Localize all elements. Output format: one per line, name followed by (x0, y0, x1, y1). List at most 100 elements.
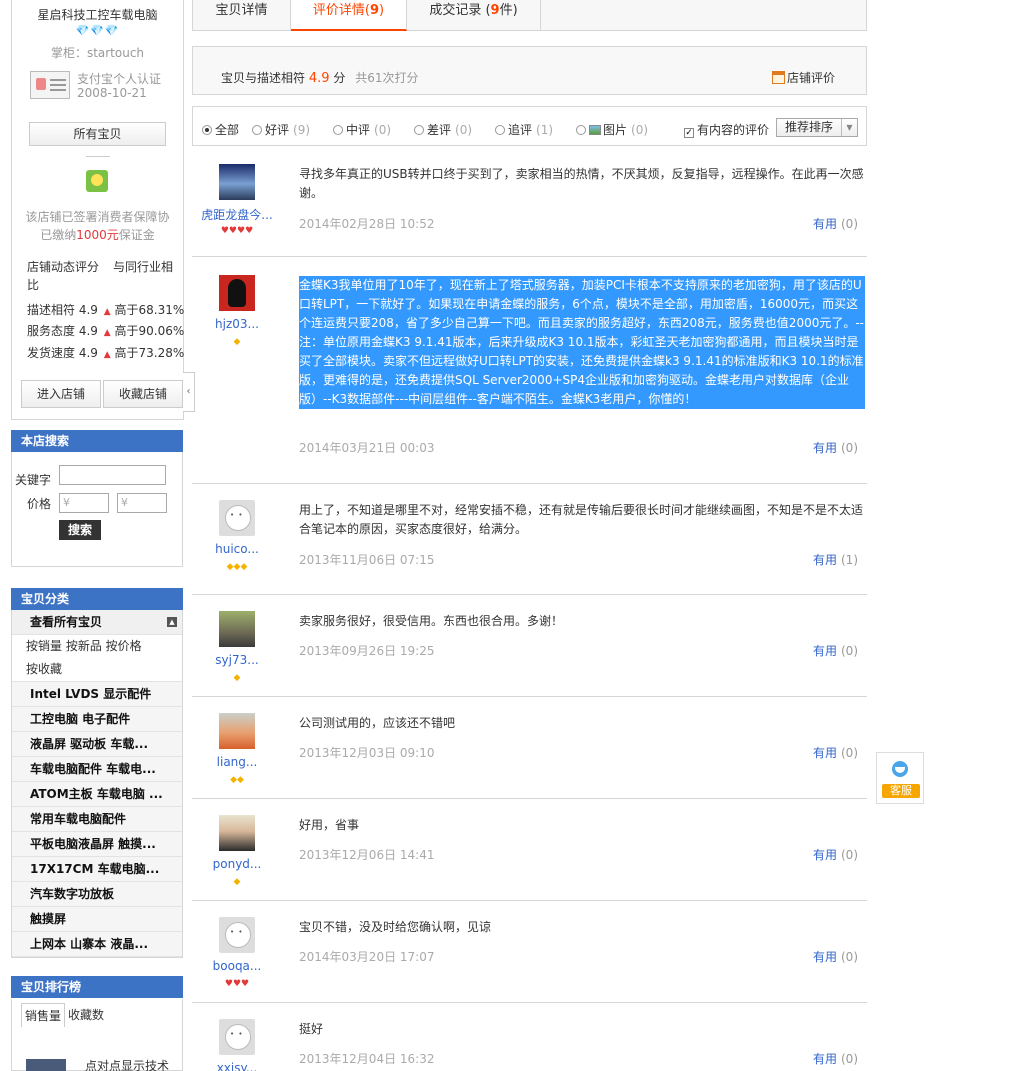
radio-icon[interactable] (202, 125, 212, 135)
dsr-label: 服务态度 (27, 324, 76, 338)
sort-select[interactable]: 推荐排序 ▼ (776, 118, 858, 137)
tab-reviews-count: 9 (369, 3, 380, 18)
search-button[interactable]: 搜索 (59, 520, 101, 540)
review-date: 2013年12月03日 09:10 (299, 746, 435, 760)
category-item[interactable]: Intel LVDS 显示配件 (12, 682, 182, 707)
review-date: 2014年03月20日 17:07 (299, 950, 435, 964)
price-min-input[interactable]: ¥ (59, 493, 109, 513)
useful-button[interactable]: 有用 (0) (813, 744, 858, 761)
user-avatar[interactable] (219, 713, 255, 749)
reviewer-name[interactable]: huico... (192, 542, 282, 556)
dsr-compare: 高于90.06% (114, 324, 185, 338)
buyer-rank-hearts-icon: ♥♥♥ (224, 979, 250, 989)
dsr-label: 发货速度 (27, 346, 76, 360)
filter-append[interactable]: 追评 (1) (495, 121, 553, 138)
summary-label: 宝贝与描述相符 (221, 71, 306, 85)
reviewer-name[interactable]: hjz03... (192, 317, 282, 331)
useful-label: 有用 (812, 746, 837, 760)
ranking-item-title[interactable]: 点对点显示技术 (85, 1057, 169, 1071)
seller-rank-icon: 💎💎💎 (75, 24, 120, 37)
review-date: 2013年09月26日 19:25 (299, 644, 435, 658)
summary-count: 共61次打分 (355, 71, 419, 85)
radio-icon[interactable] (333, 125, 343, 135)
tab-reviews[interactable]: 评价详情(9) (291, 0, 407, 31)
category-item[interactable]: 常用车载电脑配件 (12, 807, 182, 832)
category-item[interactable]: 液晶屏 驱动板 车载... (12, 732, 182, 757)
customer-service-label: 客服 (882, 784, 920, 798)
tab-item-detail[interactable]: 宝贝详情 (193, 0, 291, 30)
filter-label: 好评 (265, 123, 290, 137)
protect-line: 该店铺已签署消费者保障协 (25, 210, 170, 224)
enter-shop-button[interactable]: 进入店铺 (21, 380, 101, 408)
category-item[interactable]: 触摸屏 (12, 907, 182, 932)
default-avatar-icon[interactable] (219, 500, 255, 536)
reviewer-name[interactable]: 虎距龙盘今... (192, 206, 282, 223)
checkbox-checked-icon[interactable]: ✓ (684, 128, 694, 138)
useful-button[interactable]: 有用 (0) (813, 1050, 858, 1067)
up-arrow-icon: ▲ (103, 307, 111, 317)
reviewer-name[interactable]: booqa... (192, 959, 282, 973)
default-avatar-icon[interactable] (219, 1019, 255, 1055)
filter-all[interactable]: 全部 (202, 121, 239, 138)
review-text: 公司测试用的，应该还不错吧 (299, 716, 456, 730)
radio-icon[interactable] (252, 125, 262, 135)
reviewer-name[interactable]: ponyd... (192, 857, 282, 871)
tab-favorites[interactable]: 收藏数 (65, 1003, 107, 1027)
user-avatar[interactable] (219, 611, 255, 647)
default-avatar-icon[interactable] (219, 917, 255, 953)
category-item[interactable]: 汽车数字功放板 (12, 882, 182, 907)
shop-info-panel: 星启科技工控车载电脑 💎💎💎 掌柜：startouch 支付宝个人认证 2008… (11, 0, 195, 420)
filter-pictures[interactable]: 图片 (0) (576, 121, 648, 138)
view-all-items[interactable]: 查看所有宝贝 ▲ (12, 610, 182, 635)
reviewer-name[interactable]: syj73... (192, 653, 282, 667)
filter-neutral[interactable]: 中评 (0) (333, 121, 391, 138)
user-avatar[interactable] (219, 164, 255, 200)
useful-count: (0) (841, 950, 858, 964)
store-rating-link[interactable]: 店铺评价 (772, 69, 835, 86)
filter-bad[interactable]: 差评 (0) (414, 121, 472, 138)
user-avatar[interactable] (219, 275, 255, 311)
dsr-header-label: 店铺动态评分 (27, 260, 100, 274)
radio-icon[interactable] (414, 125, 424, 135)
radio-icon[interactable] (495, 125, 505, 135)
review-filter-bar: 全部 好评 (9) 中评 (0) 差评 (0) 追评 (1) 图片 (0) ✓ 有内容的评价… (192, 106, 867, 146)
dsr-compare: 高于68.31% (114, 303, 185, 317)
filter-has-content[interactable]: ✓ 有内容的评价 (684, 121, 769, 138)
shop-name[interactable]: 星启科技工控车载电脑 (12, 6, 183, 23)
useful-button[interactable]: 有用 (0) (813, 215, 858, 232)
ranking-item-thumbnail[interactable] (26, 1059, 66, 1071)
reviewer-name[interactable]: xxisy... (192, 1061, 282, 1071)
category-item[interactable]: ATOM主板 车载电脑 ... (12, 782, 182, 807)
review-item: xxisy... 挺好 2013年12月04日 16:32 有用 (0) (192, 1004, 867, 1071)
ranking-panel: 销售量 收藏数 点对点显示技术 (11, 999, 183, 1071)
useful-button[interactable]: 有用 (0) (813, 439, 858, 456)
category-item[interactable]: 平板电脑液晶屏 触摸... (12, 832, 182, 857)
all-items-button[interactable]: 所有宝贝 (29, 122, 166, 146)
collapse-icon[interactable]: ▲ (167, 617, 177, 627)
category-item[interactable]: 17X17CM 车载电脑... (12, 857, 182, 882)
filter-count: (0) (631, 123, 649, 137)
useful-button[interactable]: 有用 (0) (813, 948, 858, 965)
category-item[interactable]: 车载电脑配件 车载电... (12, 757, 182, 782)
keyword-input[interactable] (59, 465, 166, 485)
filter-label: 全部 (215, 123, 240, 137)
user-avatar[interactable] (219, 815, 255, 851)
radio-icon[interactable] (576, 125, 586, 135)
category-item[interactable]: 上网本 山寨本 液晶... (12, 932, 182, 957)
useful-button[interactable]: 有用 (0) (813, 846, 858, 863)
sort-links[interactable]: 按销量 按新品 按价格 (12, 635, 182, 658)
reviewer-name[interactable]: liang... (192, 755, 282, 769)
deposit-post: 保证金 (118, 228, 155, 242)
price-max-input[interactable]: ¥ (117, 493, 167, 513)
review-date: 2014年02月28日 10:52 (299, 217, 435, 231)
customer-service-widget[interactable]: 客服 (876, 752, 924, 804)
useful-count: (1) (841, 553, 858, 567)
tab-sales[interactable]: 销售量 (21, 1003, 66, 1027)
useful-button[interactable]: 有用 (0) (813, 642, 858, 659)
tab-transactions[interactable]: 成交记录 (9件) (407, 0, 541, 30)
useful-button[interactable]: 有用 (1) (813, 551, 858, 568)
sort-by-fav-link[interactable]: 按收藏 (12, 658, 182, 682)
category-item[interactable]: 工控电脑 电子配件 (12, 707, 182, 732)
favorite-shop-button[interactable]: 收藏店铺 (103, 380, 183, 408)
filter-good[interactable]: 好评 (9) (252, 121, 310, 138)
